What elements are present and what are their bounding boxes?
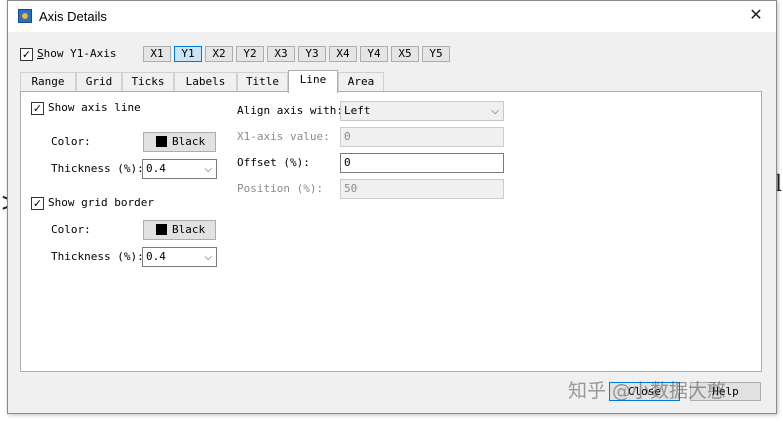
axis-color-label: Color: [51,135,91,148]
show-axis-label-text: how Y1-Axis [43,47,117,60]
dialog-title: Axis Details [39,9,107,24]
app-icon [18,9,32,23]
axis-color-swatch [156,135,167,147]
tab-labels[interactable]: Labels [174,72,237,91]
tab-area[interactable]: Area [338,72,384,91]
align-axis-value: Left [344,104,371,117]
axis-thickness-label: Thickness (%): [51,162,144,175]
position-label: Position (%): [237,182,324,195]
axis-color-button[interactable]: Black [143,132,216,152]
axis-button-x3[interactable]: X3 [267,46,295,62]
chevron-down-icon[interactable]: ⌵ [204,161,212,179]
axis-button-x4[interactable]: X4 [329,46,357,62]
tab-line[interactable]: Line [288,70,338,93]
x1-axis-value-field: 0 [340,127,504,147]
axis-details-dialog: Axis Details ✕ ✓ Show Y1-Axis X1 Y1 X2 Y2 X3… [7,0,777,414]
axis-button-y1[interactable]: Y1 [174,46,202,62]
grid-color-label: Color: [51,223,91,236]
axis-button-x5[interactable]: X5 [391,46,419,62]
title-bar: Axis Details ✕ [8,1,776,32]
show-axis-line-label: Show axis line [48,101,141,114]
show-axis-label: Show Y1-Axis [37,47,117,60]
axis-thickness-value: 0.4 [146,162,166,175]
axis-button-y2[interactable]: Y2 [236,46,264,62]
grid-color-value: Black [172,223,206,236]
align-axis-label: Align axis with: [237,104,343,117]
offset-field[interactable]: 0 [340,153,504,173]
tab-ticks[interactable]: Ticks [122,72,174,91]
watermark: 知乎 @小数据大憨 [568,380,727,402]
axis-color-value: Black [172,135,206,148]
show-grid-border-label: Show grid border [48,196,154,209]
axis-button-y3[interactable]: Y3 [298,46,326,62]
axis-button-y4[interactable]: Y4 [360,46,388,62]
grid-thickness-label: Thickness (%): [51,250,144,263]
grid-color-swatch [156,223,167,235]
grid-thickness-value: 0.4 [146,250,166,263]
show-grid-border-checkbox[interactable]: ✓ [31,197,44,210]
close-icon[interactable]: ✕ [748,7,764,23]
position-field: 50 [340,179,504,199]
axis-thickness-combo[interactable]: 0.4 ⌵ [142,159,217,179]
axis-button-y5[interactable]: Y5 [422,46,450,62]
tab-range[interactable]: Range [20,72,76,91]
x1-axis-value-label: X1-axis value: [237,130,330,143]
grid-color-button[interactable]: Black [143,220,216,240]
show-axis-checkbox[interactable]: ✓ [20,48,33,61]
chevron-down-icon[interactable]: ⌵ [491,103,499,121]
show-axis-line-checkbox[interactable]: ✓ [31,102,44,115]
tab-title[interactable]: Title [237,72,288,91]
tab-grid[interactable]: Grid [76,72,122,91]
axis-button-x2[interactable]: X2 [205,46,233,62]
offset-label: Offset (%): [237,156,310,169]
chevron-down-icon[interactable]: ⌵ [204,249,212,267]
align-axis-combo[interactable]: Left ⌵ [340,101,504,121]
line-tab-panel: ✓ Show axis line Color: Black Thickness … [20,91,762,372]
axis-button-x1[interactable]: X1 [143,46,171,62]
grid-thickness-combo[interactable]: 0.4 ⌵ [142,247,217,267]
